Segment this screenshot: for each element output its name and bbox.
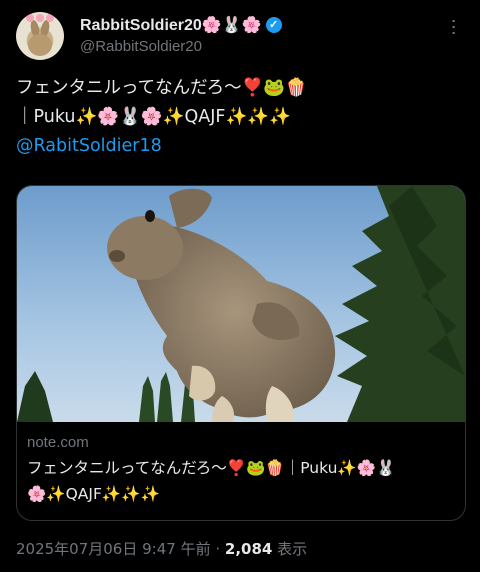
more-options-icon[interactable]: ⋯: [443, 18, 464, 37]
avatar[interactable]: [16, 12, 64, 60]
views-count[interactable]: 2,084: [225, 540, 272, 558]
card-title[interactable]: フェンタニルってなんだろ〜❣️🐸🍿｜Puku✨🌸🐰 🌸✨QAJF✨✨✨: [27, 455, 455, 507]
card-title-line: フェンタニルってなんだろ〜❣️🐸🍿｜Puku✨🌸🐰: [27, 459, 396, 477]
card-domain[interactable]: note.com: [27, 434, 455, 451]
verified-badge-icon[interactable]: ✓: [265, 17, 282, 33]
tweet-text-line: ｜Puku✨🌸🐰🌸✨QAJF✨✨✨: [16, 107, 291, 127]
author-handle[interactable]: @RabbitSoldier20: [80, 38, 282, 55]
author-names: RabbitSoldier20🌸🐰🌸 ✓ @RabbitSoldier20: [80, 15, 282, 55]
tweet-header: RabbitSoldier20🌸🐰🌸 ✓ @RabbitSoldier20 ⋯: [16, 12, 468, 64]
tweet-text: フェンタニルってなんだろ〜❣️🐸🍿 ｜Puku✨🌸🐰🌸✨QAJF✨✨✨ @Rab…: [16, 74, 464, 161]
mention-link[interactable]: @RabitSoldier18: [16, 132, 464, 161]
link-preview-card[interactable]: note.com フェンタニルってなんだろ〜❣️🐸🍿｜Puku✨🌸🐰 🌸✨QAJ…: [16, 185, 466, 521]
tweet-meta: 2025年07月06日 9:47 午前 · 2,084 表示: [16, 538, 307, 559]
avatar-flower-icon: [46, 14, 54, 22]
avatar-flower-icon: [36, 14, 44, 22]
avatar-flower-icon: [26, 14, 34, 22]
author-display-name-row[interactable]: RabbitSoldier20🌸🐰🌸 ✓: [80, 15, 282, 35]
card-image[interactable]: [17, 186, 465, 422]
timestamp[interactable]: 2025年07月06日 9:47 午前: [16, 540, 211, 558]
tweet-text-line: フェンタニルってなんだろ〜❣️🐸🍿: [16, 78, 307, 98]
card-title-line: 🌸✨QAJF✨✨✨: [27, 485, 160, 503]
views-label: 表示: [272, 540, 308, 558]
author-display-name[interactable]: RabbitSoldier20🌸🐰🌸: [80, 15, 262, 35]
card-meta: note.com フェンタニルってなんだろ〜❣️🐸🍿｜Puku✨🌸🐰 🌸✨QAJ…: [27, 434, 455, 507]
meta-separator: ·: [210, 540, 225, 558]
avatar-rabbit-face: [28, 34, 52, 56]
